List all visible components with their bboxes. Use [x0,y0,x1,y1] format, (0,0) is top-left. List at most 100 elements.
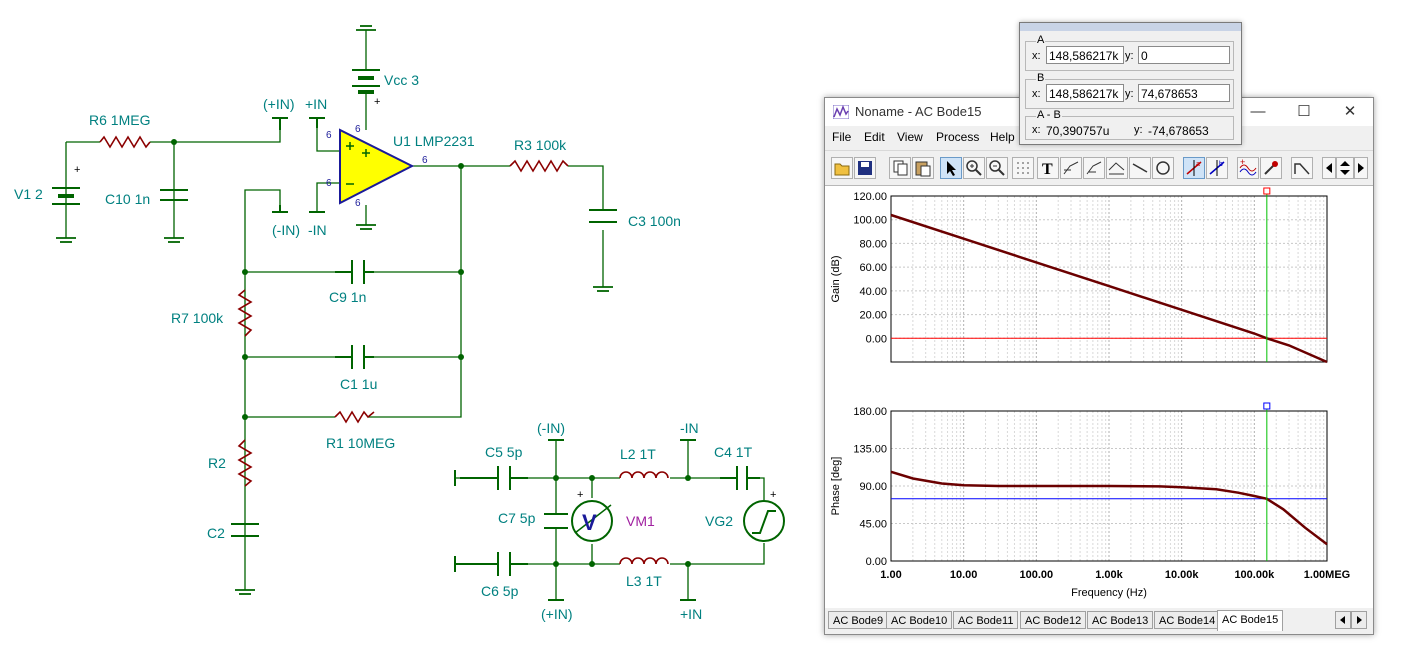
label-r3: R3 100k [514,137,567,153]
resistor-r3 [509,159,569,173]
x-tick-label: 100.00k [1234,569,1275,581]
cursor-ab-y-value: -74,678653 [1148,124,1209,138]
svg-text:T: T [1042,161,1053,178]
tab-scroll-right[interactable] [1351,611,1367,629]
label-vcc: Vcc 3 [384,72,420,88]
line-icon[interactable] [1129,157,1151,179]
x-tick-label: 1.00k [1095,569,1123,581]
y-tick-label: 40.00 [859,286,887,298]
label-l2: L2 1T [620,446,656,462]
label-bot-plus-in-paren: (+IN) [541,606,573,622]
add-curve-icon[interactable]: + [1237,157,1259,179]
curve-label2-icon[interactable] [1083,157,1105,179]
label-vg2: VG2 [705,513,734,529]
bode-plot-area[interactable]: 120.00 100.00 80.00 60.00 40.00 20.00 0.00 Gain… [825,186,1373,608]
menu-process[interactable]: Process [936,130,979,144]
label-minus-in: -IN [308,222,327,238]
menu-file[interactable]: File [832,130,851,144]
label-l3: L3 1T [626,573,662,589]
tab-ac-bode9[interactable]: AC Bode9 [828,611,889,629]
cursor-readout-window[interactable]: A x: 148,586217k y: 0 B x: 148,586217k y… [1019,22,1242,145]
x-tick-label: 1.00MEG [1304,569,1350,581]
label-c6: C6 5p [481,583,519,599]
tab-bar: AC Bode9 AC Bode10 AC Bode11 AC Bode12 A… [825,610,1373,632]
zoom-in-icon[interactable] [963,157,985,179]
tab-ac-bode15[interactable]: AC Bode15 [1217,610,1284,631]
label-c9: C9 1n [329,289,367,305]
cursor-a-y-label: y: [1125,50,1134,62]
bode-window[interactable]: Noname - AC Bode15 — ☐ ✕ File Edit View … [824,97,1374,635]
save-icon[interactable] [854,157,876,179]
grid-icon[interactable] [1012,157,1034,179]
cursor-a-x-label: x: [1032,50,1041,62]
y-tick-label: 100.00 [853,215,887,227]
x-axis-label: Frequency (Hz) [1071,587,1147,599]
cursor-b-x-field[interactable]: 148,586217k [1046,84,1124,102]
y-tick-label: 180.00 [853,406,887,418]
bode-plot[interactable]: 120.00 100.00 80.00 60.00 40.00 20.00 0.00 Gain… [825,186,1373,608]
copy-icon[interactable] [889,157,911,179]
svg-text:a: a [1196,161,1200,168]
label-c5: C5 5p [485,444,523,460]
label-r1: R1 10MEG [326,435,396,451]
cursor-b-icon[interactable]: b [1206,157,1228,179]
menu-edit[interactable]: Edit [864,130,885,144]
y-axis-label: Gain (dB) [830,255,842,302]
label-c1: C1 1u [340,376,378,392]
y-tick-label: 80.00 [859,238,887,250]
cursor-a-icon[interactable]: a [1183,157,1205,179]
cursor-ab-y-label: y: [1134,124,1143,136]
inductor-l2 [619,471,669,479]
cursor-a-group: A x: 148,586217k y: 0 [1025,34,1234,71]
tab-ac-bode13[interactable]: AC Bode13 [1087,611,1154,629]
curve-label-icon[interactable] [1060,157,1082,179]
cursor-b-y-label: y: [1125,88,1134,100]
svg-text:+: + [1240,158,1245,167]
curve-label3-icon[interactable] [1106,157,1128,179]
tab-ac-bode11[interactable]: AC Bode11 [953,611,1019,629]
menu-help[interactable]: Help [990,130,1015,144]
step-updown-icon[interactable] [1336,157,1354,179]
cursor-marker [1263,187,1271,195]
zoom-out-icon[interactable] [986,157,1008,179]
cursor-ab-x-value: 70,390757u [1046,124,1110,138]
x-tick-label: 100.00 [1020,569,1054,581]
marker-icon[interactable] [1291,157,1313,179]
tab-ac-bode14[interactable]: AC Bode14 [1154,611,1221,629]
step-left-icon[interactable] [1322,157,1336,179]
close-button[interactable]: ✕ [1327,98,1373,126]
y-tick-label: 20.00 [859,310,887,322]
pointer-icon[interactable] [940,157,962,179]
cursor-marker [1263,402,1271,410]
cursor-a-x-field[interactable]: 148,586217k [1046,46,1124,64]
tab-ac-bode10[interactable]: AC Bode10 [886,611,953,629]
text-icon[interactable]: T [1037,157,1059,179]
paste-icon[interactable] [912,157,934,179]
eyedropper-icon[interactable] [1260,157,1282,179]
cursor-b-y-field[interactable]: 74,678653 [1138,84,1230,102]
label-c2: C2 [207,525,225,541]
y-tick-label: 135.00 [853,444,887,456]
cursor-a-y-field[interactable]: 0 [1138,46,1230,64]
menu-view[interactable]: View [897,130,923,144]
cursor-ab-x-label: x: [1032,124,1041,136]
y-tick-label: 0.00 [866,333,887,345]
app-icon [833,105,849,119]
label-c4: C4 1T [714,444,753,460]
generator-vg2 [743,500,785,542]
circle-icon[interactable] [1152,157,1174,179]
y-axis-label: Phase [deg] [830,457,842,516]
cursor-b-group: B x: 148,586217k y: 74,678653 [1025,72,1234,109]
cursor-window-titlebar[interactable] [1020,23,1241,31]
maximize-button[interactable]: ☐ [1281,98,1327,126]
label-vm1-plus: + [577,489,584,501]
label-bot-plus-in: +IN [680,606,703,622]
open-icon[interactable] [831,157,853,179]
step-right-icon[interactable] [1354,157,1368,179]
tab-scroll-left[interactable] [1335,611,1351,629]
label-v1-plus: + [74,164,81,176]
label-bot-minus-in-paren: (-IN) [537,420,565,436]
tab-ac-bode12[interactable]: AC Bode12 [1020,611,1087,629]
y-tick-label: 120.00 [853,191,887,203]
svg-text:b: b [1219,161,1223,168]
